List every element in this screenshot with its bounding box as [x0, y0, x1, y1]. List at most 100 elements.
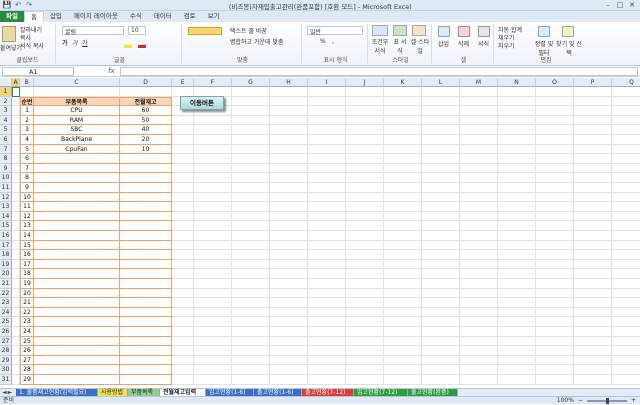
grid-cell[interactable]	[12, 87, 20, 97]
table-cell[interactable]	[120, 211, 172, 222]
grid-cell[interactable]	[536, 327, 574, 337]
grid-cell[interactable]	[346, 125, 384, 135]
grid-cell[interactable]	[612, 212, 640, 222]
table-cell[interactable]: 10	[120, 144, 172, 155]
grid-cell[interactable]	[346, 317, 384, 327]
grid-cell[interactable]	[194, 355, 232, 366]
grid-cell[interactable]	[384, 279, 422, 289]
grid-cell[interactable]	[308, 173, 346, 183]
grid-cell[interactable]	[574, 125, 612, 135]
grid-cell[interactable]	[270, 87, 308, 97]
grid-cell[interactable]	[194, 173, 232, 183]
grid-cell[interactable]	[194, 288, 232, 299]
grid-cell[interactable]	[612, 250, 640, 260]
grid-cell[interactable]	[12, 279, 20, 289]
grid-cell[interactable]	[612, 231, 640, 241]
grid-cell[interactable]	[536, 115, 574, 126]
grid-cell[interactable]	[498, 336, 536, 347]
grid-cell[interactable]	[574, 269, 612, 279]
grid-cell[interactable]	[612, 154, 640, 164]
grid-cell[interactable]	[422, 365, 460, 375]
italic-button[interactable]: 가	[72, 38, 78, 47]
grid-cell[interactable]	[194, 211, 232, 222]
table-cell[interactable]	[120, 259, 172, 270]
grid-cell[interactable]	[172, 307, 194, 318]
grid-cell[interactable]	[460, 288, 498, 299]
grid-cell[interactable]	[346, 240, 384, 251]
grid-cell[interactable]	[346, 87, 384, 97]
zoom-slider[interactable]	[586, 398, 627, 404]
grid-cell[interactable]	[194, 375, 232, 385]
grid-cell[interactable]	[460, 192, 498, 203]
grid-cell[interactable]	[574, 144, 612, 155]
grid-cell[interactable]	[270, 221, 308, 231]
table-cell[interactable]: 25	[20, 336, 34, 347]
table-cell[interactable]	[34, 202, 120, 212]
table-cell[interactable]: 3	[20, 125, 34, 135]
grid-cell[interactable]	[612, 375, 640, 385]
grid-cell[interactable]	[536, 336, 574, 347]
grid-cell[interactable]	[574, 355, 612, 366]
table-cell[interactable]	[34, 221, 120, 231]
grid-cell[interactable]	[384, 115, 422, 126]
grid-cell[interactable]	[194, 202, 232, 212]
delete-cells-icon[interactable]	[458, 26, 470, 37]
grid-cell[interactable]	[12, 240, 20, 251]
grid-cell[interactable]	[308, 115, 346, 126]
grid-cell[interactable]	[308, 144, 346, 155]
grid-cell[interactable]	[612, 183, 640, 193]
grid-cell[interactable]	[194, 327, 232, 337]
grid-cell[interactable]	[460, 346, 498, 356]
grid-cell[interactable]	[612, 173, 640, 183]
grid-cell[interactable]	[460, 279, 498, 289]
cell-style-icon[interactable]	[412, 25, 426, 36]
column-header[interactable]: G	[232, 78, 270, 87]
grid-cell[interactable]	[498, 135, 536, 145]
grid-cell[interactable]	[384, 202, 422, 212]
table-cell[interactable]: 10	[20, 192, 34, 203]
table-cell[interactable]	[34, 183, 120, 193]
grid-cell[interactable]	[422, 307, 460, 318]
grid-cell[interactable]	[232, 87, 270, 97]
format-painter-button[interactable]: 서식 복사	[20, 41, 44, 50]
grid-cell[interactable]	[270, 298, 308, 308]
grid-cell[interactable]	[422, 221, 460, 231]
grid-cell[interactable]	[194, 250, 232, 260]
grid-cell[interactable]	[574, 202, 612, 212]
grid-cell[interactable]	[172, 192, 194, 203]
table-cell[interactable]: BackPlane	[34, 135, 120, 145]
grid-cell[interactable]	[232, 125, 270, 135]
table-cell[interactable]: SBC	[34, 125, 120, 135]
grid-cell[interactable]	[574, 221, 612, 231]
grid-cell[interactable]	[12, 365, 20, 375]
grid-cell[interactable]	[194, 279, 232, 289]
table-cell[interactable]: 13	[20, 221, 34, 231]
grid-cell[interactable]	[536, 192, 574, 203]
grid-cell[interactable]	[172, 173, 194, 183]
comma-button[interactable]: ,	[332, 38, 334, 45]
grid-cell[interactable]	[498, 346, 536, 356]
grid-cell[interactable]	[422, 125, 460, 135]
grid-cell[interactable]	[346, 211, 384, 222]
table-header-cell[interactable]: 부품목록	[34, 96, 120, 107]
grid-cell[interactable]	[422, 269, 460, 279]
grid-cell[interactable]	[172, 288, 194, 299]
table-cell[interactable]: 22	[20, 307, 34, 318]
grid-cell[interactable]	[384, 96, 422, 107]
grid-cell[interactable]	[498, 327, 536, 337]
grid-cell[interactable]	[270, 288, 308, 299]
grid-cell[interactable]	[346, 163, 384, 174]
grid-cell[interactable]	[194, 336, 232, 347]
grid-cell[interactable]	[422, 144, 460, 155]
grid-cell[interactable]	[346, 183, 384, 193]
row-header[interactable]: 8	[0, 154, 12, 164]
grid-cell[interactable]	[536, 221, 574, 231]
grid-cell[interactable]	[460, 106, 498, 116]
table-cell[interactable]	[34, 192, 120, 203]
table-cell[interactable]	[120, 298, 172, 308]
table-cell[interactable]: 60	[120, 106, 172, 116]
grid-cell[interactable]	[422, 327, 460, 337]
grid-cell[interactable]	[422, 202, 460, 212]
table-cell[interactable]: 9	[20, 183, 34, 193]
table-cell[interactable]: 7	[20, 163, 34, 174]
